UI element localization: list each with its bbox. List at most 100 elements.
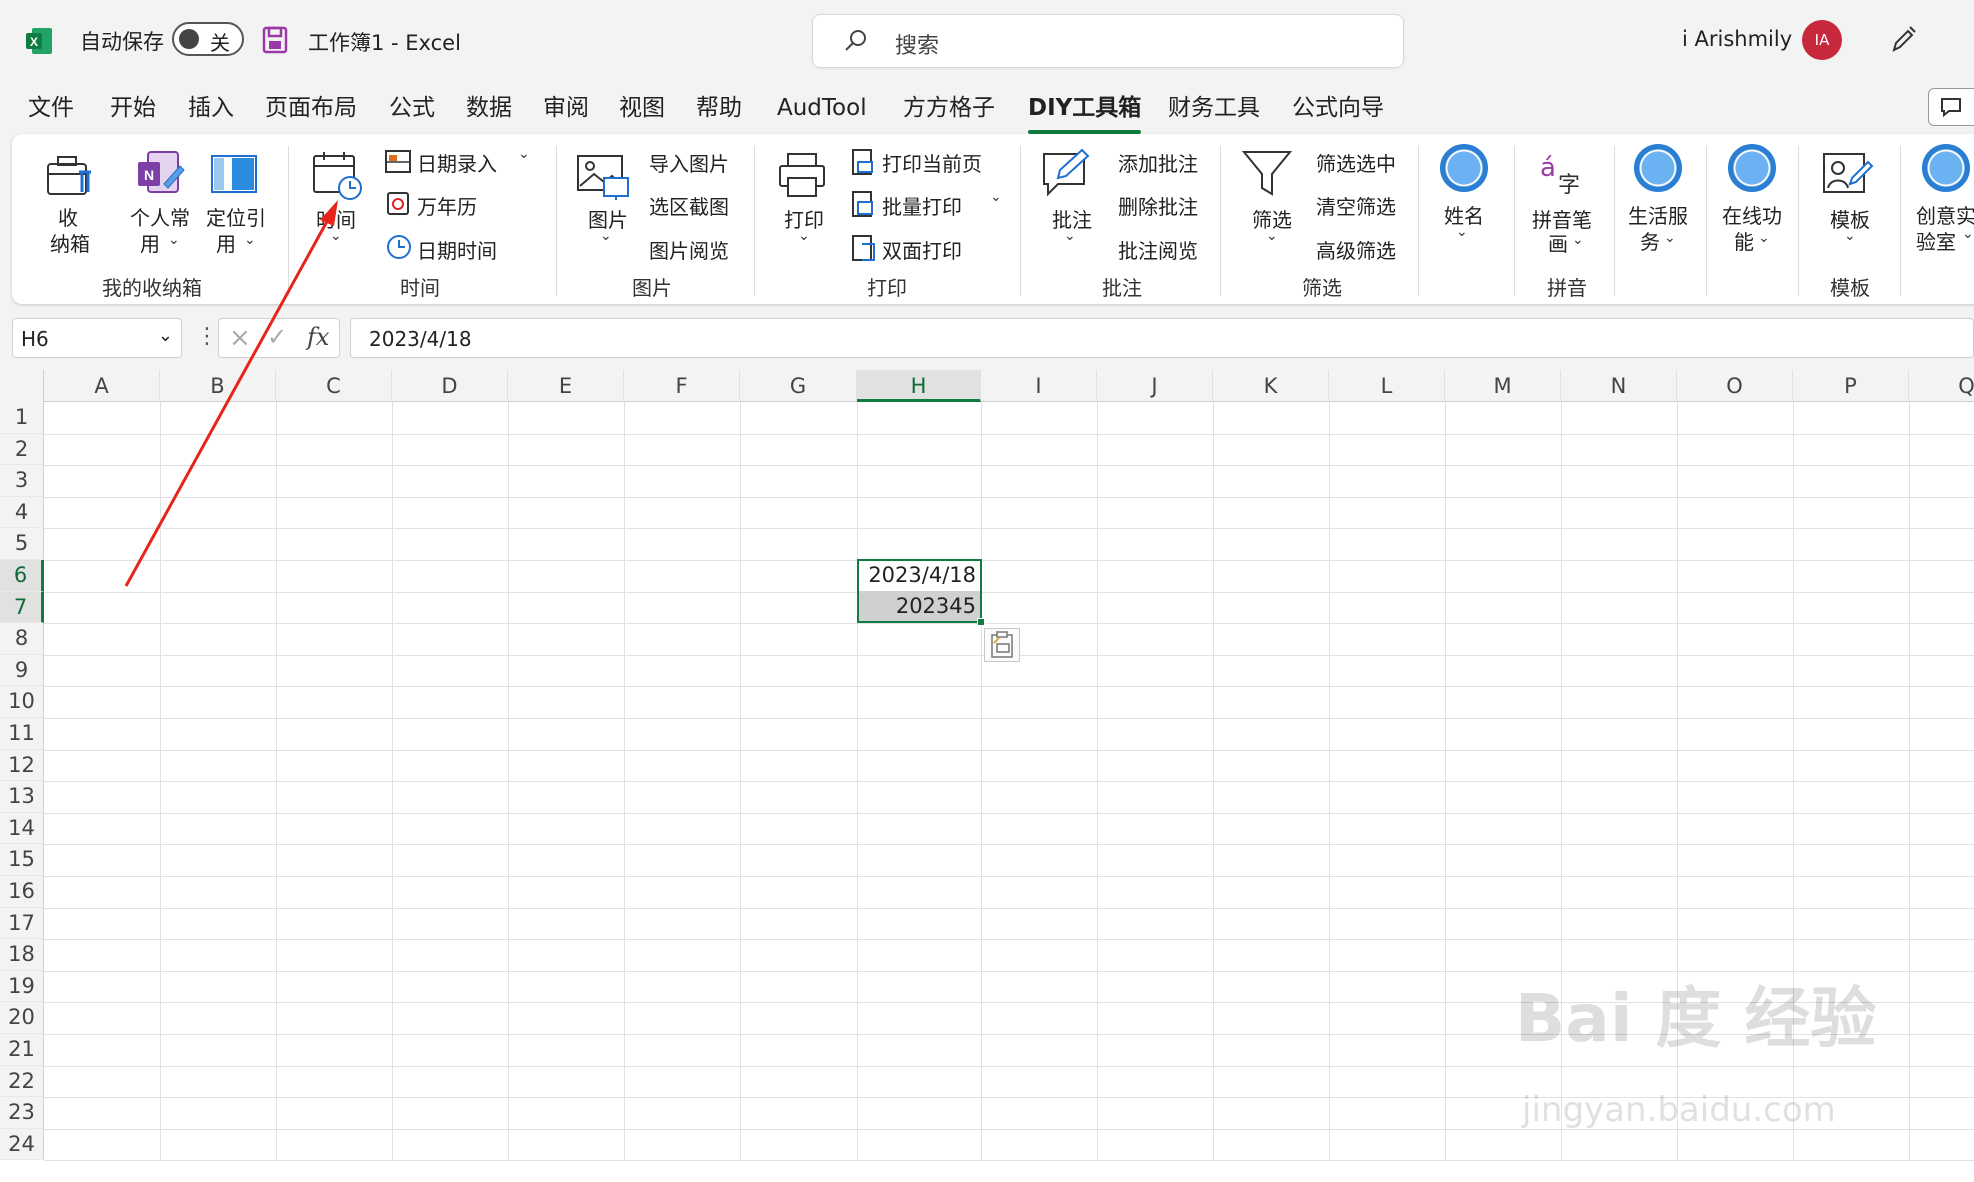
duplex-print-button[interactable]: 双面打印 (882, 235, 962, 264)
tab-data[interactable]: 数据 (466, 88, 512, 128)
column-header-P[interactable]: P (1793, 370, 1909, 402)
tab-formulas[interactable]: 公式 (389, 88, 435, 128)
name-circle-icon[interactable] (1440, 144, 1488, 192)
autosave-toggle[interactable]: 关 (172, 22, 244, 56)
row-header-13[interactable]: 13 (0, 781, 44, 813)
row-header-8[interactable]: 8 (0, 623, 44, 655)
browse-picture-button[interactable]: 图片阅览 (649, 235, 729, 264)
column-header-N[interactable]: N (1561, 370, 1677, 402)
import-picture-button[interactable]: 导入图片 (649, 148, 729, 177)
life-service-circle-icon[interactable] (1634, 144, 1682, 192)
row-header-2[interactable]: 2 (0, 433, 44, 466)
toolbox-icon[interactable] (44, 152, 96, 200)
row-header-5[interactable]: 5 (0, 528, 44, 560)
onenote-icon[interactable]: N (134, 148, 186, 200)
pinyin-icon[interactable]: á 字 (1536, 148, 1586, 198)
row-header-16[interactable]: 16 (0, 876, 44, 908)
avatar[interactable]: IA (1802, 20, 1842, 60)
tab-file[interactable]: 文件 (28, 88, 74, 128)
column-header-K[interactable]: K (1213, 370, 1329, 402)
column-header-O[interactable]: O (1677, 370, 1793, 402)
tab-insert[interactable]: 插入 (188, 88, 234, 128)
online-circle-icon[interactable] (1728, 144, 1776, 192)
row-header-21[interactable]: 21 (0, 1034, 44, 1066)
online-label-top[interactable]: 在线功 (1722, 200, 1782, 229)
clock-calendar-icon[interactable] (310, 150, 364, 202)
search-input[interactable]: 搜索 (812, 14, 1404, 68)
column-header-Q[interactable]: Q (1909, 370, 1974, 402)
tab-diy-toolbox[interactable]: DIY工具箱 (1028, 88, 1142, 134)
fill-handle[interactable] (977, 618, 985, 626)
row-header-14[interactable]: 14 (0, 812, 44, 845)
comment-pen-icon[interactable] (1040, 146, 1096, 202)
column-header-I[interactable]: I (981, 370, 1097, 402)
insert-function-button[interactable]: fx (307, 323, 329, 351)
row-header-12[interactable]: 12 (0, 749, 44, 782)
tab-view[interactable]: 视图 (619, 88, 665, 128)
date-entry-button[interactable]: 日期录入 (417, 148, 497, 177)
user-name[interactable]: i Arishmily (1682, 27, 1792, 51)
row-header-24[interactable]: 24 (0, 1128, 44, 1161)
column-header-A[interactable]: A (44, 370, 160, 402)
row-header-20[interactable]: 20 (0, 1002, 44, 1034)
pen-icon[interactable] (1888, 24, 1918, 54)
row-header-4[interactable]: 4 (0, 496, 44, 529)
cancel-icon[interactable]: × (229, 323, 251, 353)
delete-comment-button[interactable]: 删除批注 (1118, 191, 1198, 220)
screenshot-button[interactable]: 选区截图 (649, 191, 729, 220)
column-header-H[interactable]: H (857, 370, 981, 402)
row-header-9[interactable]: 9 (0, 654, 44, 687)
printer-icon[interactable] (776, 150, 828, 200)
row-header-7[interactable]: 7 (0, 591, 44, 624)
row-header-22[interactable]: 22 (0, 1065, 44, 1098)
paste-options-button[interactable] (984, 628, 1020, 662)
tab-finance[interactable]: 财务工具 (1168, 88, 1260, 128)
formula-input[interactable]: 2023/4/18 (350, 318, 1974, 358)
column-header-L[interactable]: L (1329, 370, 1445, 402)
row-header-1[interactable]: 1 (0, 402, 44, 434)
datetime-button[interactable]: 日期时间 (417, 235, 497, 264)
clear-filter-button[interactable]: 清空筛选 (1316, 191, 1396, 220)
column-header-J[interactable]: J (1097, 370, 1213, 402)
row-header-17[interactable]: 17 (0, 907, 44, 940)
row-header-11[interactable]: 11 (0, 718, 44, 750)
row-header-18[interactable]: 18 (0, 939, 44, 971)
column-header-D[interactable]: D (392, 370, 508, 402)
confirm-icon[interactable]: ✓ (267, 323, 287, 351)
tab-formula-wizard[interactable]: 公式向导 (1292, 88, 1384, 128)
column-header-E[interactable]: E (508, 370, 624, 402)
row-header-6[interactable]: 6 (0, 560, 44, 592)
column-header-B[interactable]: B (160, 370, 276, 402)
locate-ref-icon[interactable] (210, 150, 258, 196)
advanced-filter-button[interactable]: 高级筛选 (1316, 235, 1396, 264)
column-header-F[interactable]: F (624, 370, 740, 402)
save-icon[interactable] (262, 26, 288, 54)
creative-label-top[interactable]: 创意实 (1916, 200, 1974, 229)
more-options-icon[interactable]: ⋮ (196, 324, 218, 349)
tab-help[interactable]: 帮助 (696, 88, 742, 128)
print-current-button[interactable]: 打印当前页 (882, 148, 982, 177)
row-header-19[interactable]: 19 (0, 970, 44, 1003)
filter-selected-button[interactable]: 筛选选中 (1316, 148, 1396, 177)
chevron-down-icon[interactable]: ⌄ (158, 325, 173, 346)
add-comment-button[interactable]: 添加批注 (1118, 148, 1198, 177)
template-icon[interactable] (1820, 150, 1874, 200)
name-box[interactable]: H6 ⌄ (12, 318, 182, 358)
row-header-3[interactable]: 3 (0, 465, 44, 497)
row-header-15[interactable]: 15 (0, 844, 44, 876)
calendar-button[interactable]: 万年历 (417, 191, 477, 220)
browse-comment-button[interactable]: 批注阅览 (1118, 235, 1198, 264)
row-header-23[interactable]: 23 (0, 1097, 44, 1129)
column-header-G[interactable]: G (740, 370, 857, 402)
tab-review[interactable]: 审阅 (543, 88, 589, 128)
life-label-top[interactable]: 生活服 (1628, 200, 1688, 229)
filter-funnel-icon[interactable] (1240, 146, 1294, 202)
row-header-10[interactable]: 10 (0, 686, 44, 718)
select-all-corner[interactable] (0, 370, 44, 402)
column-header-C[interactable]: C (276, 370, 392, 402)
creative-lab-circle-icon[interactable] (1922, 144, 1970, 192)
tab-home[interactable]: 开始 (110, 88, 156, 128)
tab-fangfang[interactable]: 方方格子 (903, 88, 995, 128)
picture-icon[interactable] (574, 150, 632, 200)
tab-audtool[interactable]: AudTool (777, 88, 867, 128)
